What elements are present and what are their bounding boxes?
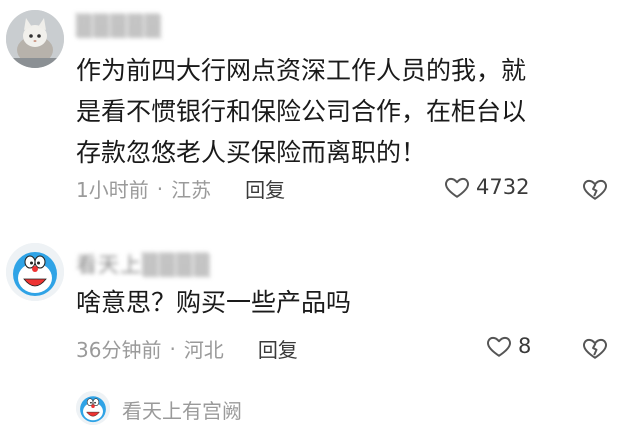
doraemon-avatar-icon bbox=[76, 391, 110, 425]
heart-icon bbox=[487, 336, 511, 357]
comment-text-line: 啥意思？购买一些产品吗 bbox=[76, 288, 352, 317]
comment-time: 36分钟前 bbox=[76, 338, 162, 362]
comment-meta: 36分钟前 · 河北 回复 bbox=[76, 334, 298, 363]
username[interactable]: ▒▒▒▒▒ bbox=[76, 14, 162, 38]
like-count: 4732 bbox=[476, 175, 530, 199]
username[interactable]: 看天上▒▒▒▒ bbox=[76, 249, 211, 279]
broken-heart-icon bbox=[583, 338, 607, 359]
dislike-button[interactable] bbox=[582, 176, 608, 202]
user-avatar[interactable] bbox=[6, 243, 64, 301]
comment-location: 河北 bbox=[183, 338, 224, 362]
current-user-avatar bbox=[76, 391, 110, 425]
reply-button[interactable]: 回复 bbox=[258, 334, 298, 363]
comment-text: 作为前四大行网点资深工作人员的我，就 是看不惯银行和保险公司合作，在柜台以 存款… bbox=[76, 50, 526, 173]
comment-text: 啥意思？购买一些产品吗 bbox=[76, 282, 351, 323]
comment-meta: 1小时前 · 江苏 回复 bbox=[76, 174, 285, 203]
user-avatar[interactable] bbox=[6, 10, 64, 68]
comment-text-line: 存款忽悠老人买保险而离职的！ bbox=[76, 138, 427, 167]
comment-location: 江苏 bbox=[171, 178, 212, 202]
heart-icon bbox=[445, 177, 469, 198]
comment-text-line: 是看不惯银行和保险公司合作，在柜台以 bbox=[76, 97, 527, 126]
like-count: 8 bbox=[518, 334, 532, 358]
meta-separator: · bbox=[169, 336, 176, 361]
like-button[interactable]: 8 bbox=[486, 333, 531, 359]
cat-avatar-icon bbox=[6, 10, 64, 68]
reply-button[interactable]: 回复 bbox=[245, 174, 285, 203]
broken-heart-icon bbox=[583, 179, 607, 200]
reply-input[interactable]: 看天上有宫阙 bbox=[122, 395, 242, 424]
meta-separator: · bbox=[156, 176, 164, 201]
doraemon-avatar-icon bbox=[6, 243, 64, 301]
dislike-button[interactable] bbox=[582, 335, 608, 361]
comment-time: 1小时前 bbox=[76, 178, 149, 202]
comment-text-line: 作为前四大行网点资深工作人员的我，就 bbox=[76, 56, 527, 85]
like-button[interactable]: 4732 bbox=[444, 174, 529, 200]
